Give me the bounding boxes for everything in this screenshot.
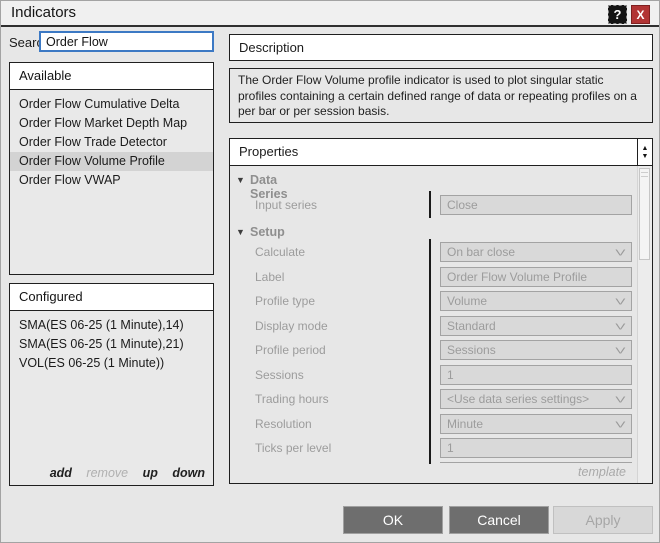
input-series-field[interactable]: Close [440, 195, 632, 215]
property-label: Ticks per level [255, 438, 331, 458]
property-label: Profile type [255, 291, 315, 311]
add-link[interactable]: add [50, 466, 72, 480]
available-list: Order Flow Cumulative Delta Order Flow M… [10, 90, 213, 190]
scroll-up-icon[interactable]: ▲ [642, 145, 649, 152]
property-label: Trading hours [255, 389, 329, 409]
available-header: Available [10, 63, 213, 90]
configured-list: SMA(ES 06-25 (1 Minute),14) SMA(ES 06-25… [10, 311, 213, 373]
property-label: Label [255, 267, 284, 287]
down-link[interactable]: down [172, 466, 205, 480]
template-link[interactable]: template [578, 465, 626, 479]
chevron-down-icon: V [616, 418, 626, 433]
list-item[interactable]: SMA(ES 06-25 (1 Minute),21) [10, 335, 213, 354]
remove-link: remove [86, 466, 128, 480]
properties-header: Properties ▲ ▼ [230, 139, 652, 166]
sessions-field[interactable]: 1 [440, 365, 632, 385]
cancel-button[interactable]: Cancel [449, 506, 549, 534]
configured-panel: Configured SMA(ES 06-25 (1 Minute),14) S… [9, 283, 214, 486]
property-label: Input series [255, 195, 317, 215]
property-label: Resolution [255, 414, 312, 434]
help-icon: ? [614, 7, 622, 22]
list-item[interactable]: Order Flow VWAP [10, 171, 213, 190]
property-label: Profile period [255, 340, 326, 360]
label-field[interactable]: Order Flow Volume Profile [440, 267, 632, 287]
property-label: Display mode [255, 316, 328, 336]
close-button[interactable]: X [631, 5, 650, 24]
profile-period-select[interactable]: SessionsV [440, 340, 632, 360]
chevron-down-icon: V [616, 246, 626, 261]
ok-button[interactable]: OK [343, 506, 443, 534]
profile-type-select[interactable]: VolumeV [440, 291, 632, 311]
display-mode-select[interactable]: StandardV [440, 316, 632, 336]
chevron-down-icon: V [616, 344, 626, 359]
property-label: Sessions [255, 365, 304, 385]
scroll-arrows[interactable]: ▲ ▼ [637, 139, 652, 165]
list-item[interactable]: Order Flow Cumulative Delta [10, 95, 213, 114]
window-title: Indicators [11, 4, 76, 21]
list-item-selected[interactable]: Order Flow Volume Profile [10, 152, 213, 171]
properties-panel: Properties ▲ ▼ ▼ Data Series Input serie… [229, 138, 653, 484]
indicators-dialog: Indicators ? X Search Available Order Fl… [0, 0, 660, 543]
description-text: The Order Flow Volume profile indicator … [229, 68, 653, 123]
chevron-down-icon: V [616, 295, 626, 310]
list-item[interactable]: Order Flow Trade Detector [10, 133, 213, 152]
collapse-arrow-icon[interactable]: ▼ [236, 227, 245, 237]
search-input[interactable] [39, 31, 214, 52]
title-bar[interactable]: Indicators ? X [1, 1, 659, 27]
property-label: Calculate [255, 242, 305, 262]
trading-hours-select[interactable]: <Use data series settings>V [440, 389, 632, 409]
list-item[interactable]: Order Flow Market Depth Map [10, 114, 213, 133]
chevron-down-icon: V [616, 393, 626, 408]
ticks-per-level-field[interactable]: 1 [440, 438, 632, 458]
available-panel: Available Order Flow Cumulative Delta Or… [9, 62, 214, 275]
apply-button: Apply [553, 506, 653, 534]
configured-actions: add remove up down [39, 466, 205, 480]
up-link[interactable]: up [143, 466, 158, 480]
close-icon: X [636, 8, 644, 22]
help-button[interactable]: ? [608, 5, 627, 24]
resolution-select[interactable]: MinuteV [440, 414, 632, 434]
configured-header: Configured [10, 284, 213, 311]
chevron-down-icon: V [616, 320, 626, 335]
scroll-down-icon[interactable]: ▼ [642, 153, 649, 160]
list-item[interactable]: VOL(ES 06-25 (1 Minute)) [10, 354, 213, 373]
list-item[interactable]: SMA(ES 06-25 (1 Minute),14) [10, 316, 213, 335]
description-header: Description [229, 34, 653, 61]
collapse-arrow-icon[interactable]: ▼ [236, 175, 245, 185]
calculate-select[interactable]: On bar closeV [440, 242, 632, 262]
scrollbar-grip [641, 172, 648, 177]
